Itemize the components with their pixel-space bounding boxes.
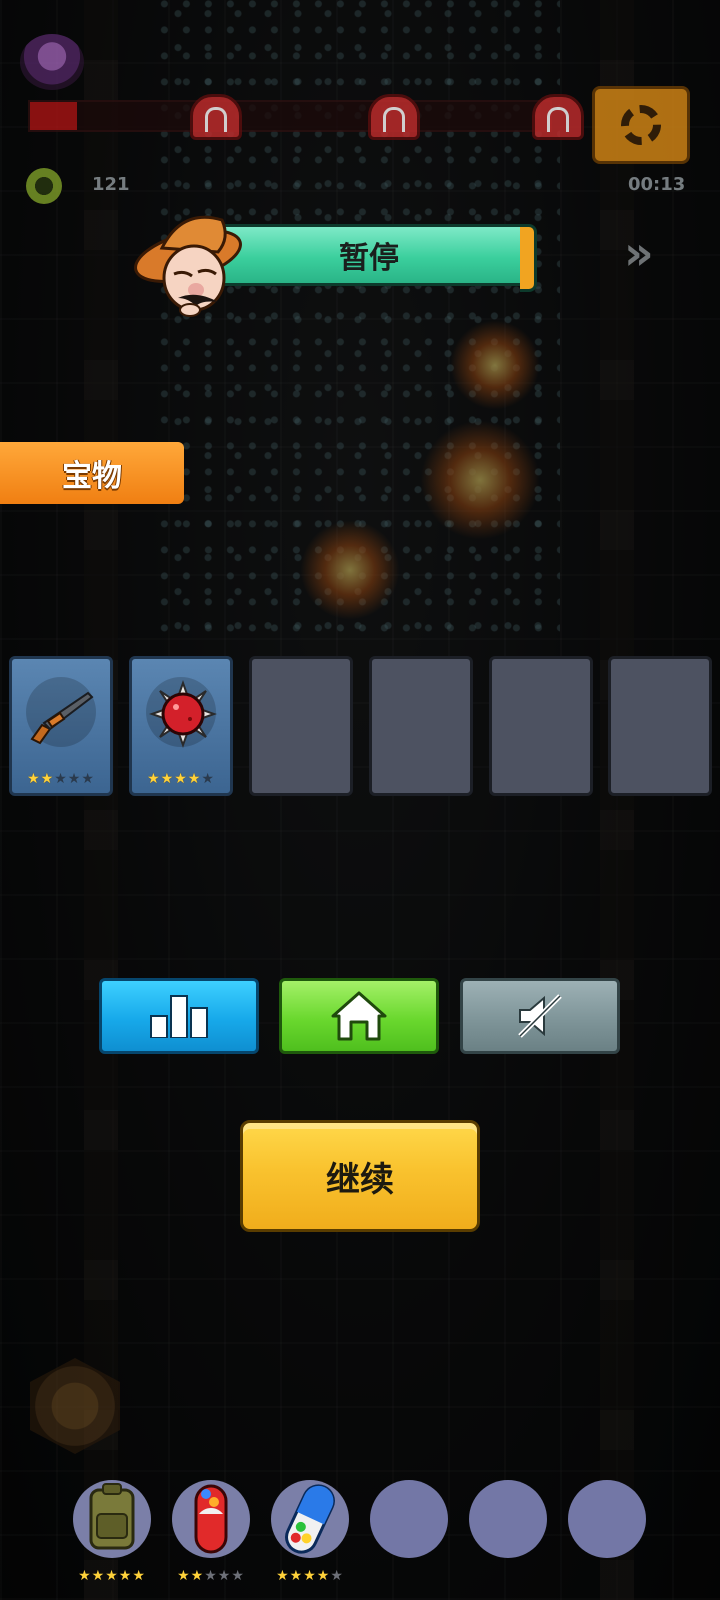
red-pill-icon bbox=[194, 1484, 228, 1554]
item-slot[interactable] bbox=[73, 1480, 151, 1558]
star-rating: ★★★★★ bbox=[27, 771, 95, 787]
gate-marker-icon bbox=[532, 94, 584, 140]
treasure-tab-label: 宝物 bbox=[62, 459, 122, 494]
treasure-slot-empty bbox=[489, 656, 593, 796]
cowboy-avatar-icon bbox=[134, 215, 242, 317]
gate-marker-icon bbox=[190, 94, 242, 140]
gear-icon bbox=[621, 105, 661, 145]
treasure-slot[interactable]: ★★★★★ bbox=[9, 656, 113, 796]
sound-toggle-button[interactable] bbox=[460, 978, 620, 1054]
boss-health-fill bbox=[30, 102, 77, 130]
bar-chart-icon bbox=[150, 995, 208, 1038]
treasure-tab[interactable]: 宝物 bbox=[0, 442, 184, 504]
home-icon bbox=[331, 991, 387, 1041]
item-slot[interactable] bbox=[271, 1480, 349, 1558]
leaderboard-button[interactable] bbox=[99, 978, 259, 1054]
treasure-slot-empty bbox=[249, 656, 353, 796]
fast-forward-icon[interactable]: » bbox=[624, 226, 654, 280]
continue-button[interactable]: 继续 bbox=[240, 1120, 480, 1232]
item-slot-empty bbox=[469, 1480, 547, 1558]
star-rating: ★★★★★ bbox=[177, 1568, 245, 1584]
treasure-slot-empty bbox=[369, 656, 473, 796]
pause-title: 暂停 bbox=[339, 241, 399, 276]
rifle-icon bbox=[30, 691, 94, 745]
item-slot[interactable] bbox=[172, 1480, 250, 1558]
kill-count-icon bbox=[26, 168, 62, 204]
kill-count: 121 bbox=[92, 174, 130, 195]
item-slot-empty bbox=[370, 1480, 448, 1558]
item-slot-empty bbox=[568, 1480, 646, 1558]
backpack-icon bbox=[89, 1483, 135, 1550]
star-rating: ★★★★★ bbox=[78, 1568, 146, 1584]
home-button[interactable] bbox=[279, 978, 439, 1054]
continue-label: 继续 bbox=[326, 1159, 394, 1200]
blue-pill-icon bbox=[285, 1484, 335, 1554]
star-rating: ★★★★★ bbox=[147, 771, 215, 787]
spiked-mine-icon bbox=[149, 680, 217, 748]
treasure-slot[interactable]: ★★★★★ bbox=[129, 656, 233, 796]
sound-off-icon bbox=[518, 994, 562, 1038]
gate-marker-icon bbox=[368, 94, 420, 140]
boss-avatar-icon bbox=[20, 34, 84, 90]
boss-health-bar bbox=[28, 100, 552, 132]
star-rating: ★★★★★ bbox=[276, 1568, 344, 1584]
pause-banner: 暂停 bbox=[212, 224, 537, 292]
treasure-slot-empty bbox=[608, 656, 712, 796]
game-timer: 00:13 bbox=[628, 174, 686, 195]
settings-button[interactable] bbox=[592, 86, 690, 164]
